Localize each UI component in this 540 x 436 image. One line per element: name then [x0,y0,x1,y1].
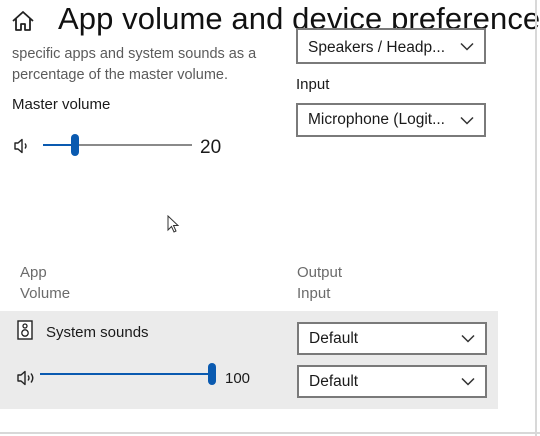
input-device-dropdown[interactable]: Microphone (Logit... [296,103,486,137]
master-volume-slider[interactable] [43,134,192,156]
input-device-value: Microphone (Logit... [308,111,445,128]
window-border-bottom [0,432,540,434]
chevron-down-icon [461,334,475,343]
column-header-input-label: Input [297,285,331,302]
master-volume-label: Master volume [12,96,111,113]
speaker-icon [14,138,27,154]
system-sounds-icon [17,320,33,340]
column-header-device: Output Input [297,262,342,304]
column-header-volume-label: Volume [20,285,71,302]
app-slider-thumb[interactable] [208,363,216,385]
column-header-app: App Volume [20,262,70,304]
speaker-loud-icon [17,370,34,386]
mouse-cursor-icon [167,215,180,233]
chevron-down-icon [460,42,474,51]
system-sounds-input-dropdown[interactable]: Default [297,365,487,398]
input-label: Input [296,76,330,93]
system-sounds-output-dropdown[interactable]: Default [297,322,487,355]
home-icon[interactable] [10,8,36,34]
column-header-app-label: App [20,264,47,281]
output-device-value: Speakers / Headp... [308,39,445,56]
app-name-system-sounds: System sounds [46,324,149,341]
master-slider-thumb[interactable] [71,134,79,156]
window-border-right [535,0,537,436]
system-sounds-volume-value: 100 [225,370,251,387]
description-text: specific apps and system sounds as a per… [12,46,257,83]
system-sounds-output-value: Default [309,329,359,347]
chevron-down-icon [460,116,474,125]
chevron-down-icon [461,377,475,386]
output-device-dropdown[interactable]: Speakers / Headp... [296,28,486,64]
system-sounds-volume-slider[interactable] [40,363,216,385]
master-volume-value: 20 [200,137,222,158]
system-sounds-input-value: Default [309,372,359,390]
app-slider-fill [40,373,212,375]
column-header-output-label: Output [297,264,343,281]
